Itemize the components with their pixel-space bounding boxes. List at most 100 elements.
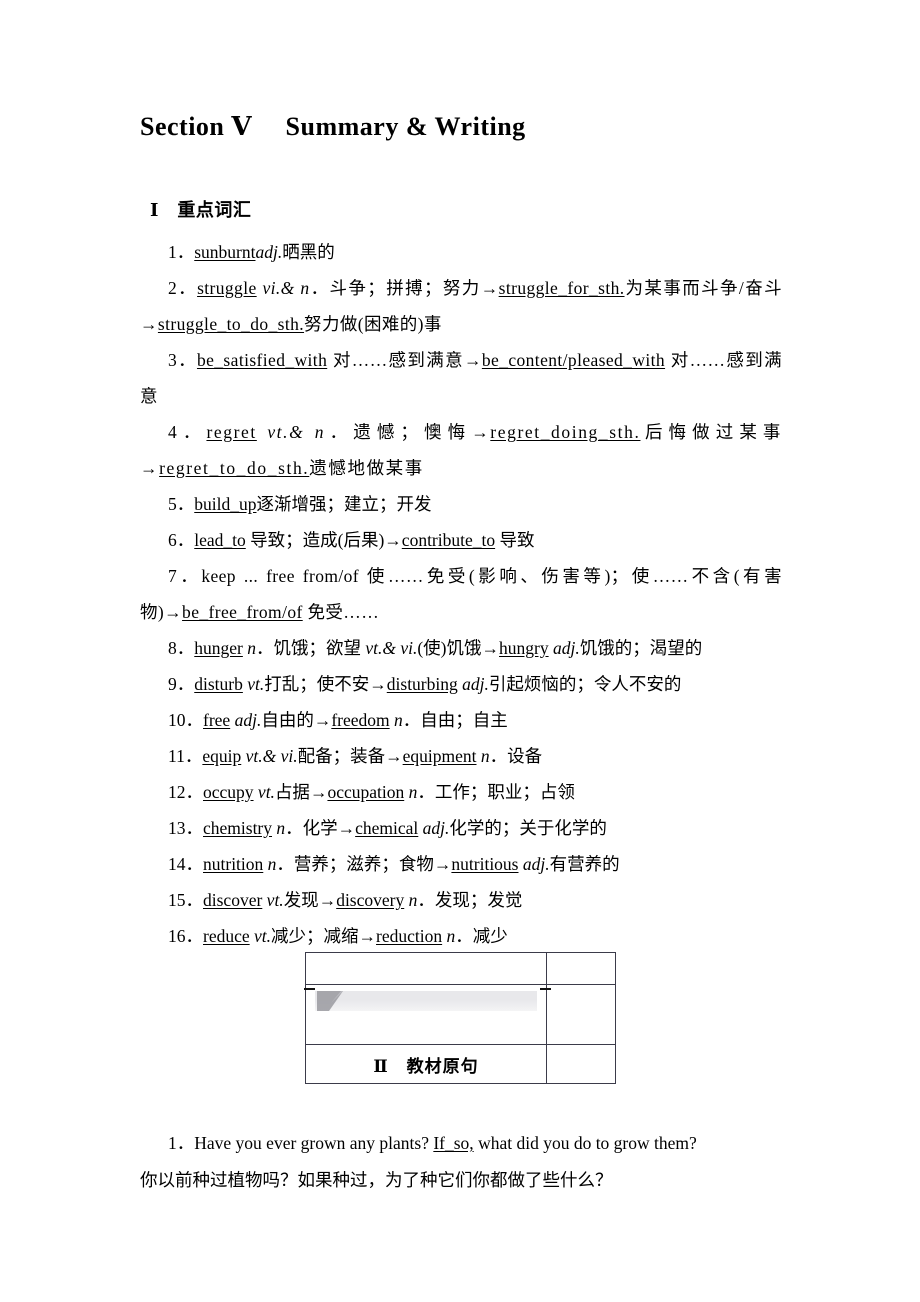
vocab-derived-gloss-1: ．设备: [489, 746, 543, 766]
table-cell-side-top: [546, 952, 616, 985]
vocab-item-4: 4．regret vt.& n．遗憾；懊悔→regret_doing_sth.后…: [140, 414, 782, 486]
vocab-item-10: 10．free adj.自由的→freedom n．自由；自主: [140, 702, 782, 738]
vocab-headword: disturb: [194, 674, 243, 694]
vocab-derived-gloss-1: 后悔做过某事: [640, 422, 783, 442]
vocab-derived-1: be_content/pleased_with: [481, 350, 666, 370]
vocab-gloss: 晒黑的: [282, 242, 335, 262]
sentence-chinese: 你以前种过植物吗？如果种过，为了种它们你都做了些什么？: [140, 1170, 613, 1190]
vocab-derived-2: struggle_to_do_sth.: [157, 314, 305, 334]
derivation-arrow-icon: →: [140, 458, 160, 478]
vocab-number: 12．: [168, 782, 203, 802]
derivation-arrow-icon: →: [369, 674, 387, 694]
vocab-headword: be_satisfied_with: [196, 350, 328, 370]
vocab-number: 11．: [168, 746, 203, 766]
vocab-headword: regret: [206, 422, 257, 442]
vocab-item-3: 3．be_satisfied_with 对……感到满意→be_content/p…: [140, 342, 782, 414]
vocab-derived-1: hungry: [499, 638, 549, 658]
vocab-item-7: 7．keep ... free from/of 使……免受(影响、伤害等)；使……: [140, 558, 782, 630]
vocab-number: 3．: [168, 350, 197, 370]
vocab-derived-pos: n: [394, 710, 403, 730]
vocab-pos: vt.& vi.: [245, 746, 298, 766]
vocab-headword: free: [203, 710, 231, 730]
derivation-arrow-icon: →: [313, 710, 332, 730]
graphic-host: [304, 985, 551, 1044]
vocab-derived-gloss-1: ．减少: [455, 926, 508, 946]
derivation-arrow-icon: →: [463, 350, 482, 370]
sentence-en-before: Have you ever grown any plants?: [194, 1133, 434, 1153]
dash-marker-right-icon: [540, 988, 551, 990]
vocab-headword: equip: [202, 746, 242, 766]
vocab-derived-gloss-1: 引起烦恼的；令人不安的: [488, 674, 682, 694]
vocab-derived-pos: adj.: [462, 674, 489, 694]
vocab-derived-pos: adj.: [422, 818, 450, 838]
vocab-derived-1: freedom: [331, 710, 390, 730]
vocab-number: 16．: [168, 926, 203, 946]
vocab-derived-2: regret_to_do_sth.: [159, 458, 310, 478]
vocab-headword: struggle: [197, 278, 257, 298]
vocab-item-13: 13．chemistry n．化学→chemical adj.化学的；关于化学的: [140, 810, 782, 846]
vocab-item-2: 2．struggle vi.& n．斗争；拼搏；努力→struggle_for_…: [140, 270, 782, 342]
vocab-gloss: ．化学: [285, 818, 338, 838]
vocab-gloss: 减少；减缩: [271, 926, 359, 946]
vocab-derived-1: reduction: [376, 926, 443, 946]
vocab-item-8: 8．hunger n．饥饿；欲望 vt.& vi.(使)饥饿→hungry ad…: [140, 630, 782, 666]
table-cell-side-middle: [546, 984, 616, 1045]
vocab-pos-secondary: vt.& vi.: [365, 638, 418, 658]
vocab-derived-1: equipment: [402, 746, 477, 766]
vocab-gloss: 配备；装备: [297, 746, 386, 766]
vocab-number: 9．: [168, 674, 195, 694]
table-row: [304, 984, 616, 1045]
vocab-derived-gloss-1: 化学的；关于化学的: [449, 818, 607, 838]
vocab-headword: build_up: [194, 494, 257, 514]
dash-marker-left-icon: [304, 988, 315, 990]
vocab-number: 13．: [168, 818, 203, 838]
vocab-pos: vt.: [247, 674, 265, 694]
table-row: Ⅱ 教材原句: [305, 1044, 616, 1084]
vocab-number: 5．: [168, 494, 195, 514]
document-page: Section Ⅴ Summary & Writing Ⅰ 重点词汇 1．sun…: [0, 0, 920, 1302]
derivation-arrow-icon: →: [385, 746, 403, 766]
vocab-number: 14．: [168, 854, 203, 874]
vocab-derived-1: discovery: [336, 890, 405, 910]
table-row: [305, 952, 616, 985]
table-cell-empty-top: [305, 952, 547, 985]
vocab-derived-gloss-1: 导致: [495, 530, 535, 550]
vocab-gloss: 打乱；使不安: [264, 674, 370, 694]
vocab-item-16: 16．reduce vt.减少；减缩→reduction n．减少: [140, 918, 782, 954]
vocab-item-1: 1．sunburntadj.晒黑的: [140, 234, 782, 270]
vocab-pos: vi.& n: [262, 278, 310, 298]
sentence-english: 1．Have you ever grown any plants? If_so,…: [140, 1125, 782, 1162]
vocab-gloss: 自由的: [261, 710, 314, 730]
vocab-item-6: 6．lead_to 导致；造成(后果)→contribute_to 导致: [140, 522, 782, 558]
vocab-derived-1: nutritious: [451, 854, 519, 874]
vocab-derived-1: regret_doing_sth.: [490, 422, 641, 442]
vocab-derived-gloss-1: ．自由；自主: [402, 710, 508, 730]
vocab-gloss: ．饥饿；欲望: [255, 638, 366, 658]
vocab-derived-1: contribute_to: [401, 530, 496, 550]
vocab-number: 1．: [168, 242, 195, 262]
vocab-derived-1: be_free_from/of: [182, 602, 303, 622]
vocab-gloss: 发现: [283, 890, 319, 910]
derivation-arrow-icon: →: [358, 926, 377, 946]
section-heading-sentences: Ⅱ 教材原句: [305, 1044, 547, 1084]
vocabulary-section: Ⅰ 重点词汇 1．sunburntadj.晒黑的 2．struggle vi.&…: [140, 192, 782, 954]
vocab-derived-1: disturbing: [386, 674, 458, 694]
vocab-derived-1: struggle_for_sth.: [498, 278, 625, 298]
derivation-arrow-icon: →: [337, 818, 356, 838]
vocab-number: 8．: [168, 638, 195, 658]
vocab-derived-gloss-1: 免受……: [302, 602, 380, 622]
vocab-gloss: ．遗憾；懊悔: [325, 422, 472, 442]
vocab-gloss-secondary: (使)饥饿: [417, 638, 482, 658]
vocab-derived-gloss-2: 努力做(困难的)事: [304, 314, 442, 334]
derivation-arrow-icon: →: [309, 782, 328, 802]
derivation-arrow-icon: →: [164, 602, 183, 622]
vocab-derived-gloss-2: 遗憾地做某事: [309, 458, 424, 478]
vocab-derived-gloss-1: 为某事而斗争/奋斗: [624, 278, 782, 298]
vocab-headword: occupy: [203, 782, 254, 802]
vocab-item-9: 9．disturb vt.打乱；使不安→disturbing adj.引起烦恼的…: [140, 666, 782, 702]
vocab-gloss: ．营养；滋养；食物: [276, 854, 434, 874]
vocab-gloss: 占据: [274, 782, 310, 802]
vocab-derived-pos: n: [480, 746, 490, 766]
vocab-item-11: 11．equip vt.& vi.配备；装备→equipment n．设备: [140, 738, 782, 774]
vocab-gloss: 逐渐增强；建立；开发: [256, 494, 432, 514]
